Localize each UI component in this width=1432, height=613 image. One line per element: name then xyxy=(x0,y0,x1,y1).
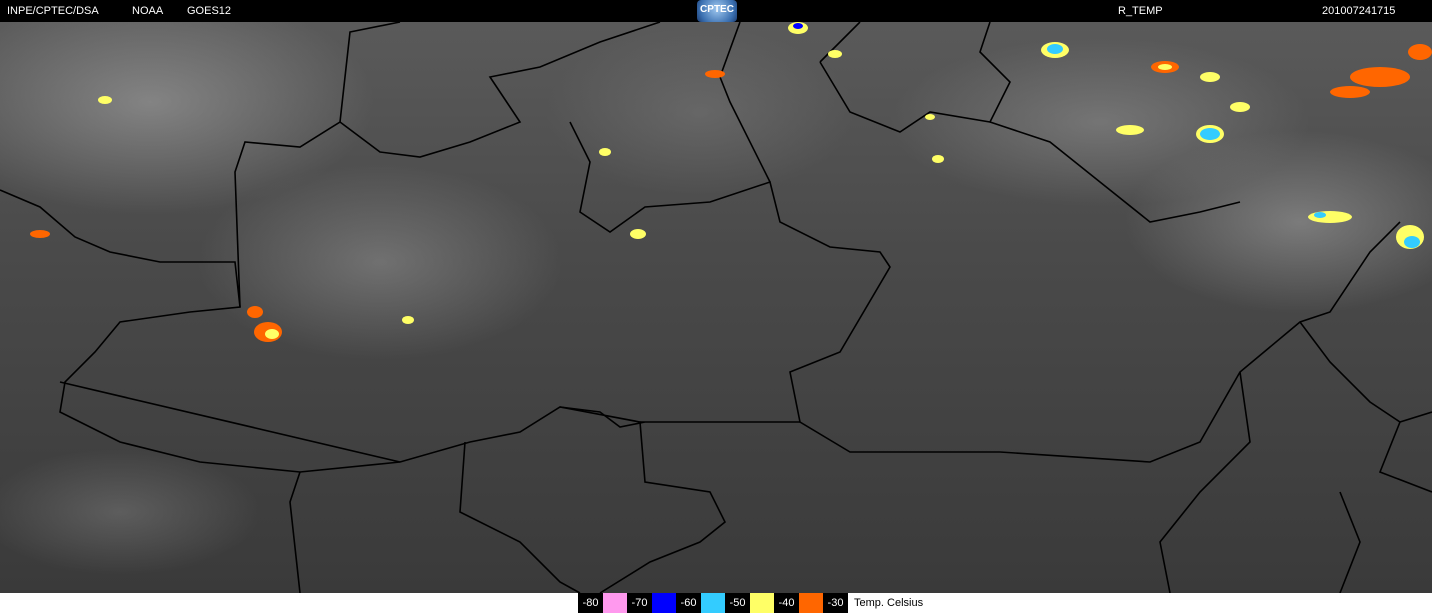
map-overlay xyxy=(0,22,1432,593)
cptec-logo: CPTEC xyxy=(697,0,737,22)
header-bar: INPE/CPTEC/DSA NOAA GOES12 CPTEC R_TEMP … xyxy=(0,0,1432,22)
legend-swatch xyxy=(652,593,676,613)
legend-label: -70 xyxy=(627,593,652,613)
agency-label: NOAA xyxy=(132,5,164,17)
legend-swatch xyxy=(799,593,823,613)
datetime-label: 201007241715 xyxy=(1322,5,1396,17)
legend-label: -40 xyxy=(774,593,799,613)
satellite-label: GOES12 xyxy=(187,5,232,17)
product-label: R_TEMP xyxy=(1118,5,1163,17)
source-label: INPE/CPTEC/DSA xyxy=(7,5,99,17)
legend-swatch xyxy=(750,593,774,613)
legend-label: -60 xyxy=(676,593,701,613)
legend-label: -80 xyxy=(578,593,603,613)
temperature-legend: -80 -70 -60 -50 -40 -30 Temp. Celsius xyxy=(578,593,930,613)
satellite-map xyxy=(0,22,1432,593)
country-borders xyxy=(0,22,1432,593)
legend-swatch xyxy=(603,593,627,613)
legend-label: -30 xyxy=(823,593,848,613)
legend-unit: Temp. Celsius xyxy=(848,593,930,613)
legend-swatch xyxy=(701,593,725,613)
legend-label: -50 xyxy=(725,593,750,613)
